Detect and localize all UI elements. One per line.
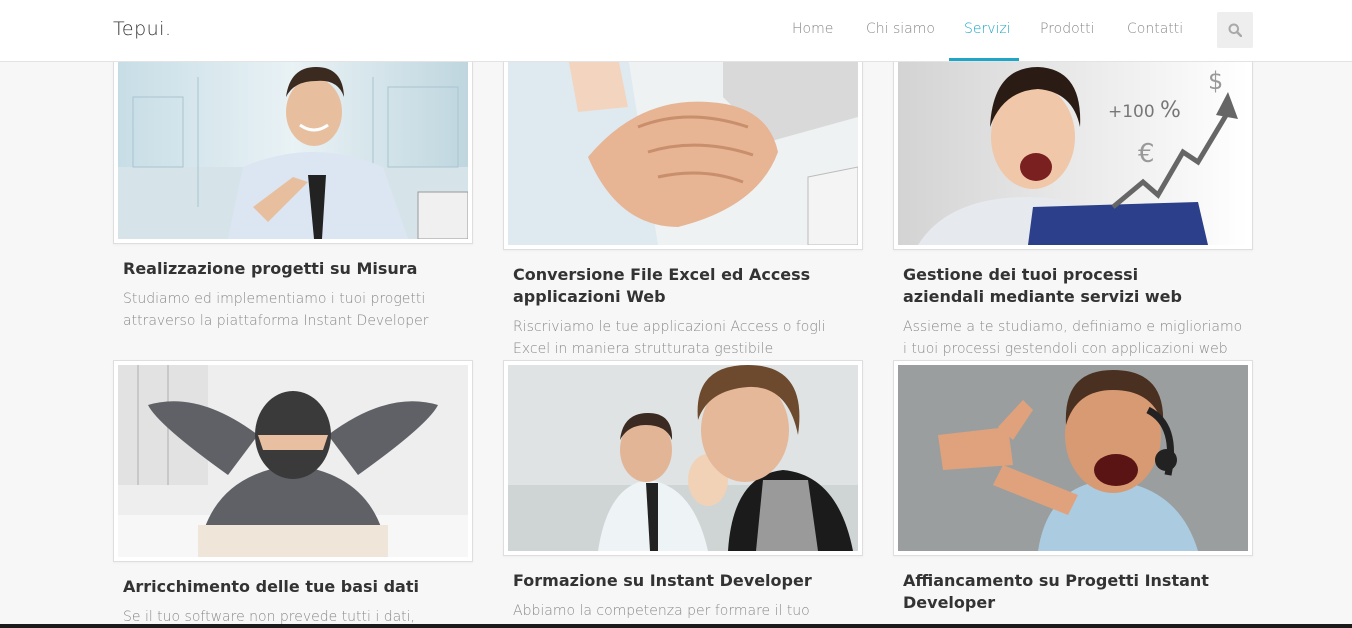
thumbs-up-headset-photo <box>898 365 1248 551</box>
man-handshake-office-photo <box>118 57 468 239</box>
service-desc-5: Abbiamo la competenza per formare il tuo <box>513 603 810 619</box>
nav-contatti[interactable]: Contatti <box>1127 21 1183 37</box>
service-title-4[interactable]: Arricchimento delle tue basi dati <box>123 576 463 598</box>
relaxed-businessman-back-photo <box>118 365 468 557</box>
bottom-border <box>0 624 1352 628</box>
service-desc-1: Studiamo ed implementiamo i tuoi progett… <box>123 291 429 329</box>
page: Tepui. Home Chi siamo Servizi Prodotti C… <box>0 0 1352 628</box>
service-title-3[interactable]: Gestione dei tuoi processi aziendali med… <box>903 264 1223 308</box>
service-image-4[interactable] <box>113 360 473 562</box>
excited-woman-growth-chart-photo: +100 % € $ <box>898 57 1248 245</box>
service-image-3[interactable]: +100 % € $ <box>893 52 1253 250</box>
service-image-5[interactable] <box>503 360 863 556</box>
nav-active-indicator <box>949 58 1019 61</box>
search-icon <box>1228 23 1242 37</box>
chart-overlay-euro: € <box>1138 139 1155 169</box>
team-meeting-photo <box>508 365 858 551</box>
service-title-2[interactable]: Conversione File Excel ed Access applica… <box>513 264 833 308</box>
chart-overlay-plus-100: +100 <box>1108 102 1155 122</box>
service-desc-2: Riscriviamo le tue applicazioni Access o… <box>513 319 826 357</box>
site-header: Tepui. Home Chi siamo Servizi Prodotti C… <box>0 0 1352 62</box>
nav-home[interactable]: Home <box>792 21 833 37</box>
service-desc-3: Assieme a te studiamo, definiamo e migli… <box>903 319 1243 357</box>
service-title-1[interactable]: Realizzazione progetti su Misura <box>123 258 463 280</box>
service-image-1[interactable] <box>113 52 473 244</box>
service-title-5[interactable]: Formazione su Instant Developer <box>513 570 853 592</box>
site-logo[interactable]: Tepui. <box>113 18 172 40</box>
handshake-closeup-photo <box>508 57 858 245</box>
search-button[interactable] <box>1217 12 1253 48</box>
service-image-6[interactable] <box>893 360 1253 556</box>
nav-prodotti[interactable]: Prodotti <box>1040 21 1095 37</box>
chart-overlay-dollar: $ <box>1208 67 1223 95</box>
service-image-2[interactable] <box>503 52 863 250</box>
nav-servizi[interactable]: Servizi <box>964 21 1011 37</box>
chart-overlay-percent: % <box>1160 98 1181 123</box>
service-title-6[interactable]: Affiancamento su Progetti Instant Develo… <box>903 570 1223 614</box>
nav-chi-siamo[interactable]: Chi siamo <box>866 21 935 37</box>
